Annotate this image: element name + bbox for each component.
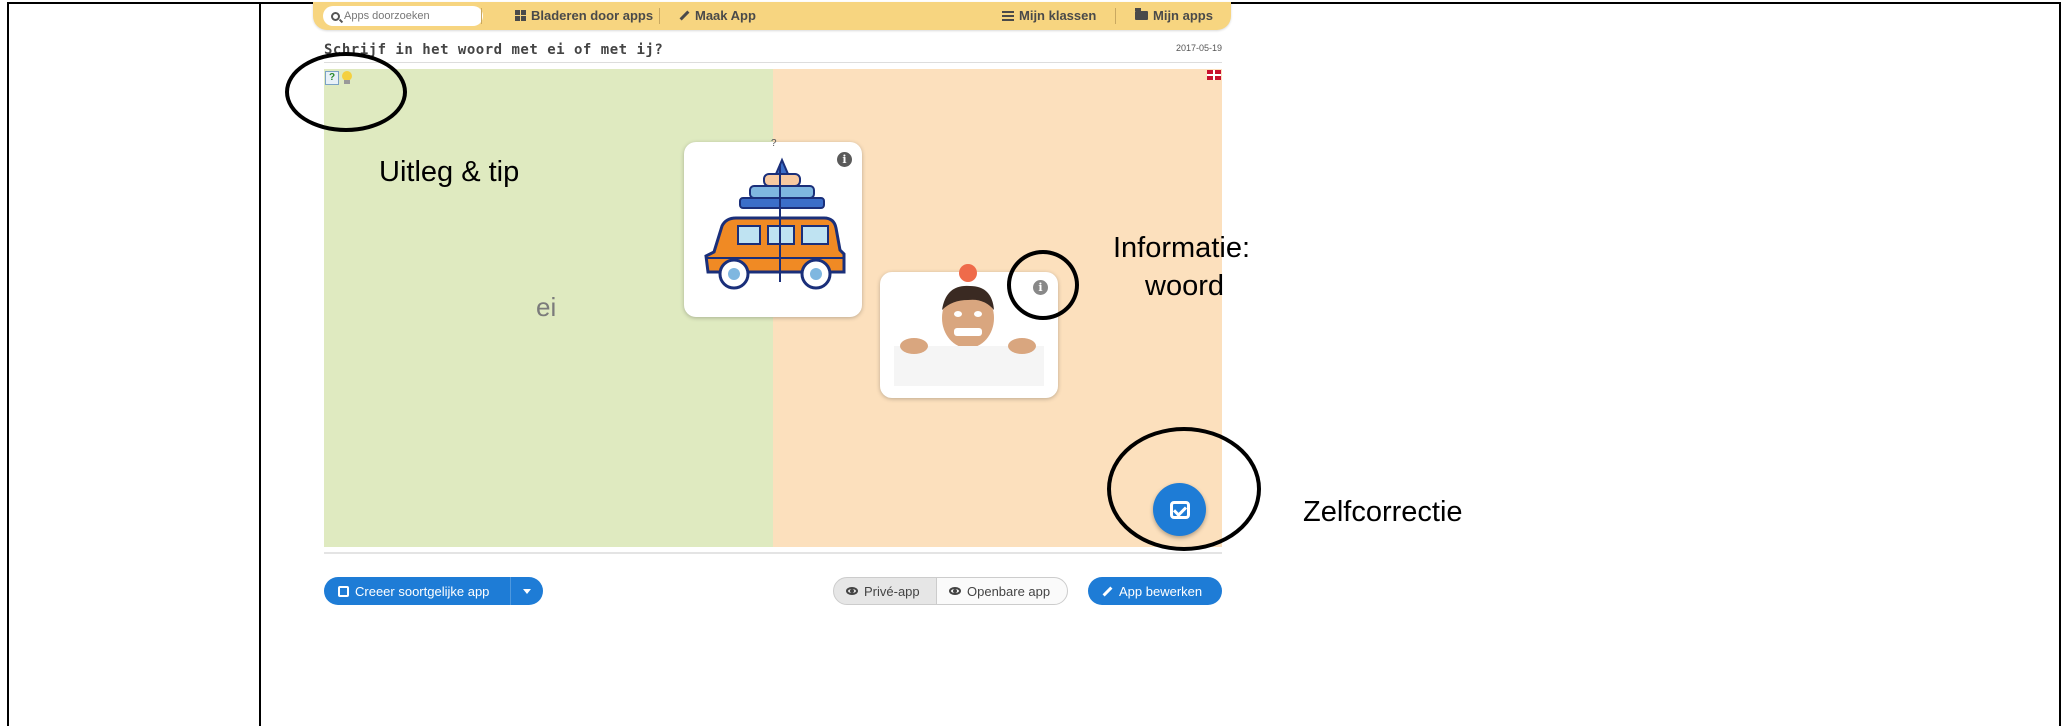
car-illustration — [704, 157, 846, 290]
create-app-link[interactable]: Maak App — [679, 8, 756, 23]
pencil-icon — [679, 10, 690, 21]
grid-icon — [515, 10, 526, 21]
edit-app-button[interactable]: App bewerken — [1088, 577, 1222, 605]
app-title: Schrijf in het woord met ei of met ij? — [324, 42, 664, 58]
public-app-label: Openbare app — [967, 583, 1051, 599]
create-similar-label: Creeer soortgelijke app — [355, 583, 490, 599]
nav-separator — [659, 8, 660, 24]
annotation-uitleg-tip: Uitleg & tip — [379, 156, 520, 188]
private-app-label: Privé-app — [864, 583, 920, 599]
board-bottom-border — [324, 552, 1222, 554]
browse-apps-label: Bladeren door apps — [531, 8, 654, 23]
annotation-informatie: Informatie: — [1113, 232, 1250, 264]
search-input[interactable]: Apps doorzoeken — [323, 6, 483, 26]
english-flag-icon[interactable] — [1207, 70, 1221, 80]
eye-slash-icon — [846, 587, 858, 595]
create-similar-app-button[interactable]: Creeer soortgelijke app — [324, 577, 543, 605]
folder-icon — [1135, 8, 1148, 20]
dropdown-toggle[interactable] — [511, 588, 543, 594]
annotation-circle-check — [1107, 427, 1261, 551]
pencil-icon — [1102, 586, 1113, 596]
my-apps-link[interactable]: Mijn apps — [1135, 8, 1213, 23]
list-icon — [1002, 10, 1014, 21]
search-icon — [331, 11, 340, 21]
word-card-car[interactable]: ? i — [684, 138, 862, 317]
create-app-label: Maak App — [695, 8, 756, 23]
my-classes-link[interactable]: Mijn klassen — [1002, 8, 1096, 23]
my-classes-label: Mijn klassen — [1019, 8, 1097, 23]
browse-apps-link[interactable]: Bladeren door apps — [515, 8, 653, 23]
nav-separator — [481, 8, 482, 24]
public-app-toggle[interactable]: Openbare app — [936, 577, 1068, 605]
zone-label-ei: ei — [536, 292, 557, 322]
annotation-circle-info — [1007, 250, 1079, 320]
search-placeholder: Apps doorzoeken — [344, 10, 430, 22]
my-apps-label: Mijn apps — [1153, 8, 1213, 23]
table-column-divider — [259, 2, 261, 726]
app-date: 2017-05-19 — [1176, 43, 1223, 53]
edit-app-label: App bewerken — [1119, 583, 1203, 599]
annotation-woord: woord — [1145, 270, 1224, 302]
title-divider — [324, 62, 1222, 63]
nav-separator — [1115, 8, 1116, 24]
caret-down-icon — [523, 588, 531, 594]
eye-icon — [949, 587, 961, 595]
top-navigation-bar: Apps doorzoeken Bladeren door apps Maak … — [313, 2, 1231, 30]
private-app-toggle[interactable]: Privé-app — [833, 577, 937, 605]
edit-icon — [338, 585, 349, 597]
annotation-circle-help — [285, 52, 407, 132]
annotation-zelfcorrectie: Zelfcorrectie — [1303, 496, 1463, 528]
